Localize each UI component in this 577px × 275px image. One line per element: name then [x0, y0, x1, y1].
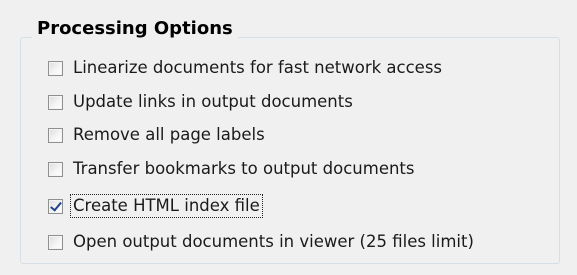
linearize-checkbox[interactable]: [48, 60, 63, 76]
linearize-label: Linearize documents for fast network acc…: [73, 58, 443, 77]
update-links-label: Update links in output documents: [73, 92, 353, 111]
transfer-bookmarks-checkbox[interactable]: [48, 161, 63, 177]
create-html-index-checkbox[interactable]: [48, 198, 63, 214]
transfer-bookmarks-option[interactable]: Transfer bookmarks to output documents: [48, 156, 418, 182]
create-html-index-option[interactable]: Create HTML index file: [48, 193, 263, 219]
remove-page-labels-option[interactable]: Remove all page labels: [48, 122, 268, 148]
open-in-viewer-label: Open output documents in viewer (25 file…: [73, 232, 474, 251]
remove-page-labels-checkbox[interactable]: [48, 127, 63, 143]
update-links-checkbox[interactable]: [48, 94, 63, 110]
remove-page-labels-label: Remove all page labels: [73, 125, 265, 144]
open-in-viewer-option[interactable]: Open output documents in viewer (25 file…: [48, 229, 477, 255]
update-links-option[interactable]: Update links in output documents: [48, 89, 356, 115]
open-in-viewer-checkbox[interactable]: [48, 234, 63, 250]
transfer-bookmarks-label: Transfer bookmarks to output documents: [73, 159, 415, 178]
group-title: Processing Options: [32, 17, 238, 41]
create-html-index-label: Create HTML index file: [70, 194, 263, 218]
linearize-option[interactable]: Linearize documents for fast network acc…: [48, 55, 445, 81]
